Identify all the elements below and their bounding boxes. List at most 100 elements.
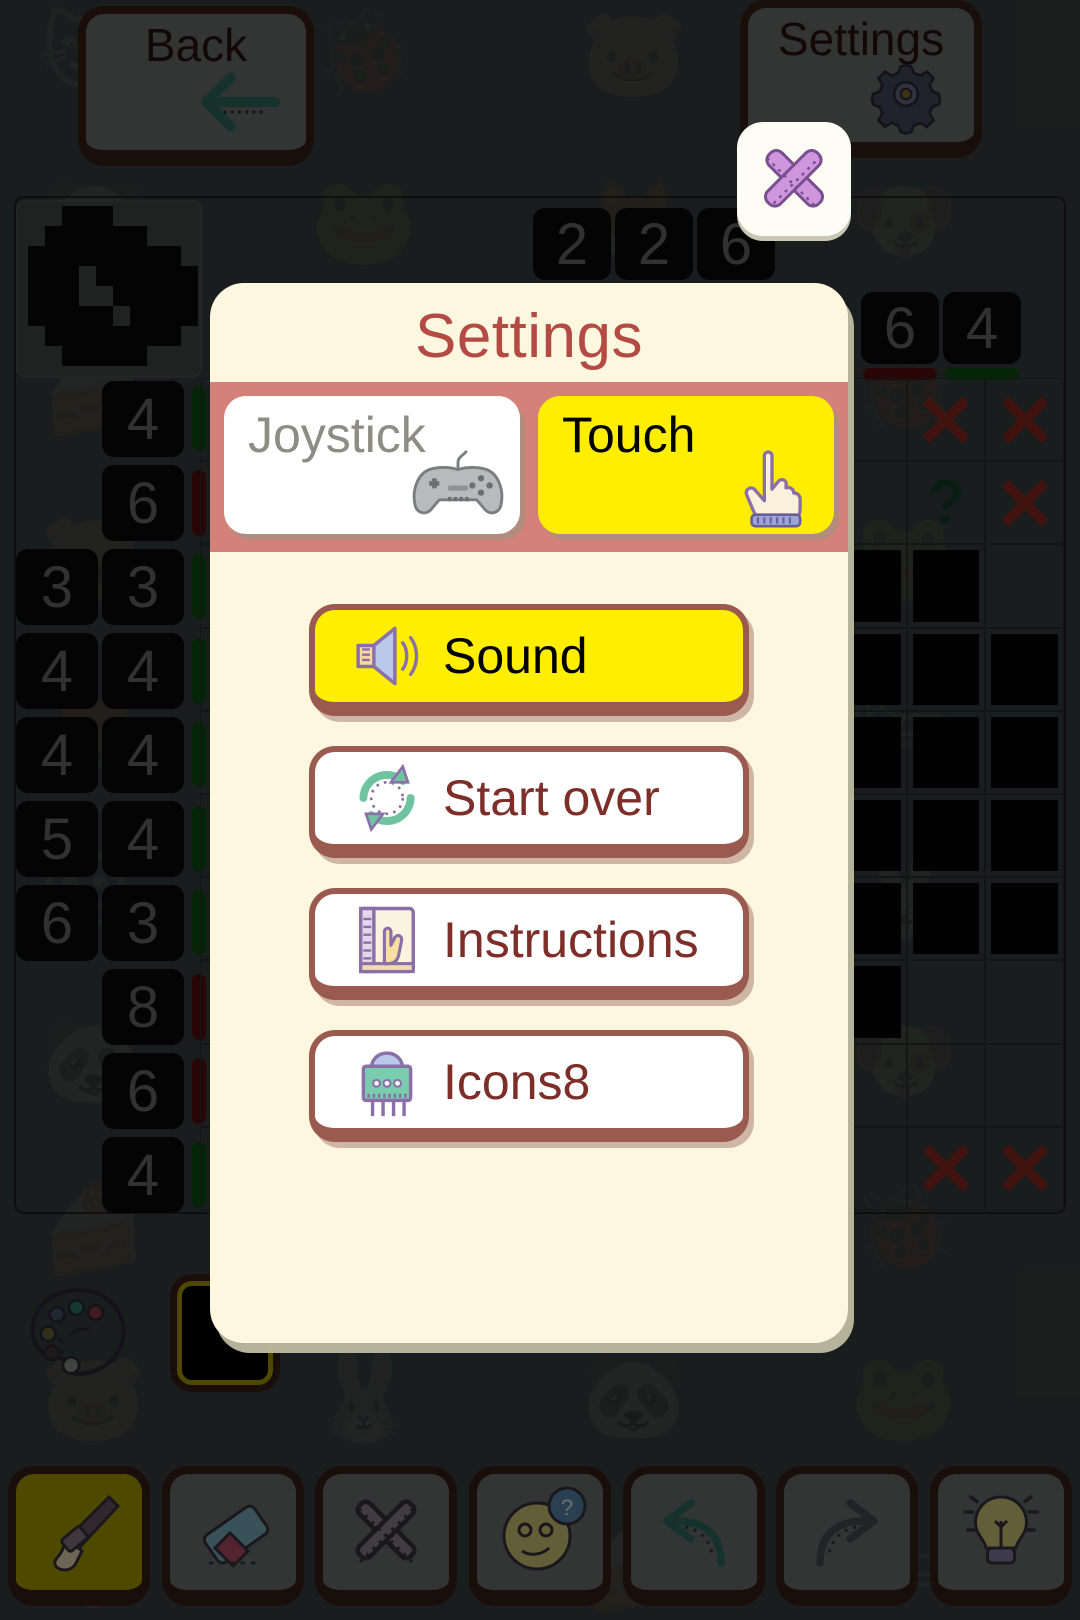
grid-cell[interactable]	[906, 793, 986, 878]
thumbnail-pixel	[130, 306, 147, 326]
thumbnail-pixel	[130, 346, 147, 366]
eraser-icon	[184, 1482, 282, 1583]
row-clue-value: 4	[102, 1137, 184, 1213]
grid-cell[interactable]	[906, 960, 986, 1044]
undo-button[interactable]	[622, 1466, 765, 1606]
thumbnail-pixel	[130, 246, 147, 266]
grid-cell[interactable]	[985, 960, 1064, 1044]
color-palette-icon[interactable]	[18, 1276, 138, 1388]
thumbnail-pixel	[181, 266, 198, 286]
row-clue-value: 8	[102, 969, 184, 1045]
row-clue: 6	[16, 462, 206, 546]
grid-cell[interactable]	[906, 544, 986, 628]
redo-button[interactable]	[776, 1466, 919, 1606]
thinking-face-icon: ?	[491, 1482, 589, 1583]
grid-cell[interactable]	[985, 461, 1064, 545]
thumbnail-pixel	[113, 246, 130, 266]
mode-option-touch-label: Touch	[562, 407, 696, 463]
column-clue: 4	[943, 292, 1021, 364]
cross-tool[interactable]	[315, 1466, 458, 1606]
thumbnail-pixel	[181, 306, 198, 326]
input-mode-selector: Joystick Touch	[210, 382, 848, 552]
thumbnail-pixel	[130, 226, 147, 246]
question-tool[interactable]: ?	[468, 1466, 611, 1606]
thumbnail-pixel	[45, 326, 62, 346]
thumbnail-pixel	[62, 306, 79, 326]
thumbnail-pixel	[45, 266, 62, 286]
thumbnail-pixel	[113, 346, 130, 366]
grid-cell[interactable]	[906, 378, 986, 462]
icons8-logo-icon	[339, 1040, 435, 1124]
grid-cell[interactable]	[985, 627, 1064, 711]
x-mark-icon	[337, 1482, 435, 1583]
mode-option-touch[interactable]: Touch	[538, 396, 834, 534]
settings-menu-item-instructions[interactable]: Instructions	[309, 888, 749, 1000]
row-clue: 8	[16, 966, 206, 1050]
row-clue: 4	[16, 1134, 206, 1218]
close-dialog-button[interactable]	[737, 122, 851, 236]
row-clue-value: 3	[102, 885, 184, 961]
wallpaper-glyph: 🐞	[310, 5, 418, 101]
settings-menu-item-start-over[interactable]: Start over	[309, 746, 749, 858]
thumbnail-pixel	[147, 246, 164, 266]
grid-cell[interactable]	[985, 877, 1064, 961]
thumbnail-pixel	[113, 266, 130, 286]
thumbnail-pixel	[45, 286, 62, 306]
mode-option-joystick-label: Joystick	[248, 407, 426, 463]
thumbnail-pixel	[79, 346, 96, 366]
thumbnail-pixel	[62, 266, 79, 286]
thumbnail-pixel	[62, 286, 79, 306]
grid-cell[interactable]	[985, 1126, 1064, 1210]
thumbnail-pixel	[96, 346, 113, 366]
thumbnail-pixel	[28, 266, 45, 286]
thumbnail-pixel	[45, 246, 62, 266]
back-button[interactable]: Back	[78, 6, 314, 166]
row-clue-value: 4	[16, 633, 98, 709]
grid-cell[interactable]	[906, 710, 986, 794]
settings-menu-item-icons8[interactable]: Icons8	[309, 1030, 749, 1142]
wallpaper-glyph: 🐸	[850, 1349, 958, 1445]
thumbnail-pixel	[96, 246, 113, 266]
grid-cell[interactable]	[985, 378, 1064, 462]
grid-cell[interactable]	[985, 793, 1064, 878]
row-clue-value: 3	[16, 549, 98, 625]
paintbrush-icon	[30, 1482, 128, 1583]
gear-icon	[860, 52, 952, 136]
thumbnail-pixel	[147, 266, 164, 286]
thumbnail-pixel	[113, 226, 130, 246]
row-clue: 6	[16, 1050, 206, 1134]
thumbnail-pixel	[79, 246, 96, 266]
row-clue: 63	[16, 882, 206, 966]
thumbnail-pixel	[96, 306, 113, 326]
grid-cell[interactable]	[906, 461, 986, 545]
thumbnail-pixel	[79, 306, 96, 326]
thumbnail-pixel	[28, 286, 45, 306]
grid-cell[interactable]	[985, 710, 1064, 794]
hint-button[interactable]	[929, 1466, 1072, 1606]
puzzle-thumbnail	[16, 200, 202, 378]
grid-cell[interactable]	[906, 627, 986, 711]
thumbnail-pixel	[79, 206, 96, 226]
settings-menu-item-label: Instructions	[443, 912, 699, 968]
row-clue-value: 4	[102, 801, 184, 877]
gamepad-icon	[406, 438, 510, 530]
settings-menu-item-label: Icons8	[443, 1054, 591, 1110]
row-clue-value: 3	[102, 549, 184, 625]
brush-tool[interactable]	[8, 1466, 150, 1606]
thumbnail-pixel	[96, 226, 113, 246]
grid-cell[interactable]	[985, 544, 1064, 628]
settings-menu-item-sound[interactable]: Sound	[309, 604, 749, 716]
thumbnail-pixel	[45, 306, 62, 326]
grid-cell[interactable]	[906, 877, 986, 961]
thumbnail-pixel	[164, 306, 181, 326]
tool-bar: ?	[8, 1462, 1072, 1610]
settings-menu-item-label: Sound	[443, 628, 588, 684]
settings-menu: Sound Start over Instructions Icons8	[210, 552, 848, 1142]
grid-cell[interactable]	[906, 1043, 986, 1127]
row-clue-value: 6	[102, 1053, 184, 1129]
mode-option-joystick[interactable]: Joystick	[224, 396, 520, 534]
grid-cell[interactable]	[906, 1126, 986, 1210]
grid-cell[interactable]	[985, 1043, 1064, 1127]
eraser-tool[interactable]	[161, 1466, 304, 1606]
redo-arrow-icon	[798, 1482, 896, 1583]
